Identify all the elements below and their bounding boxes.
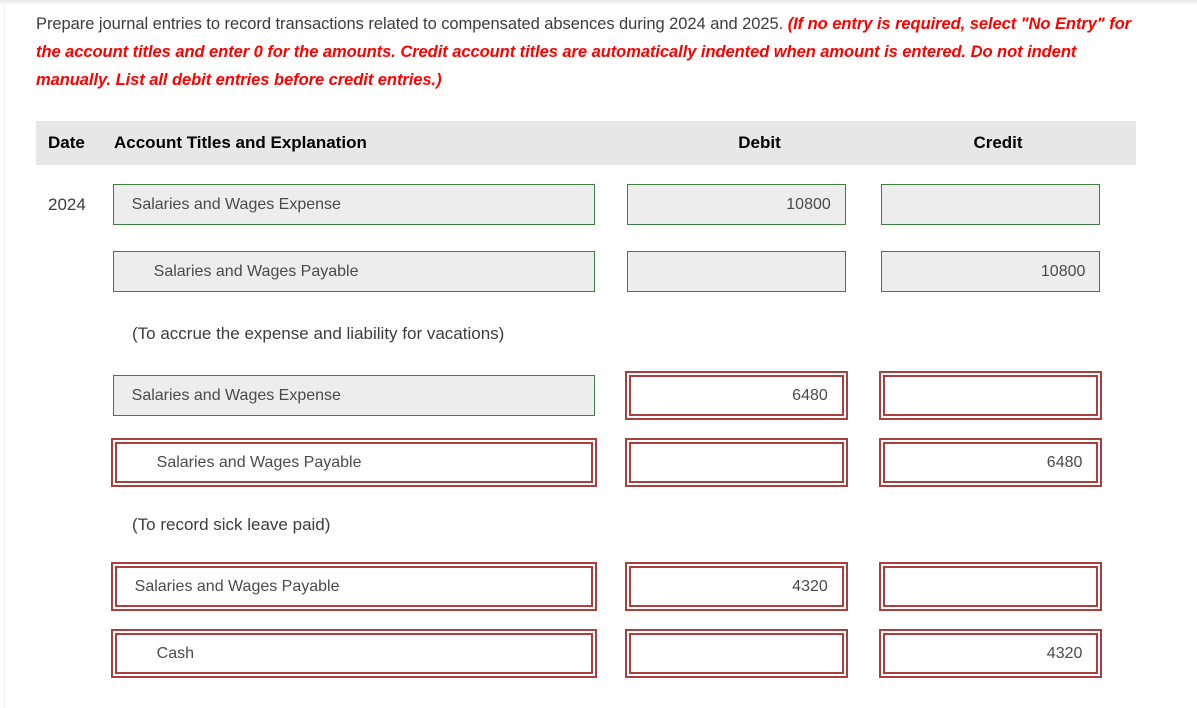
cell-credit: 4320 bbox=[879, 629, 1136, 678]
cell-date: 2024 bbox=[48, 194, 86, 214]
cell-credit bbox=[879, 562, 1136, 611]
debit-amount-input[interactable]: 10800 bbox=[626, 184, 846, 225]
credit-amount-input[interactable] bbox=[879, 371, 1103, 420]
credit-amount-input[interactable] bbox=[879, 562, 1103, 611]
debit-amount-input[interactable]: 6480 bbox=[624, 371, 848, 420]
entry-explanation-text: (To record sick leave paid) bbox=[132, 514, 331, 534]
account-title-select[interactable]: Salaries and Wages Expense bbox=[112, 375, 595, 416]
journal-entry-page: Prepare journal entries to record transa… bbox=[0, 0, 1197, 708]
cell-account: Salaries and Wages Payable bbox=[112, 251, 627, 292]
cell-credit: 10800 bbox=[881, 251, 1136, 292]
cell-account: Salaries and Wages Expense bbox=[112, 184, 627, 225]
column-header-debit: Debit bbox=[738, 133, 781, 152]
cell-credit bbox=[881, 184, 1136, 225]
credit-amount-input[interactable] bbox=[881, 184, 1101, 225]
debit-amount-input[interactable]: 4320 bbox=[624, 562, 848, 611]
cell-debit: 10800 bbox=[626, 184, 882, 225]
cell-account: Salaries and Wages Payable bbox=[110, 438, 627, 487]
column-header-account: Account Titles and Explanation bbox=[114, 133, 367, 152]
cell-debit: 4320 bbox=[624, 562, 882, 611]
account-title-select[interactable]: Salaries and Wages Payable bbox=[110, 562, 597, 611]
table-header-row: Date Account Titles and Explanation Debi… bbox=[36, 121, 1136, 165]
table-row: Salaries and Wages Payable 10800 bbox=[36, 238, 1136, 305]
account-title-select[interactable]: Salaries and Wages Payable bbox=[112, 251, 595, 292]
entry-explanation-text: (To accrue the expense and liability for… bbox=[132, 323, 505, 343]
table-row: 2024 Salaries and Wages Expense 10800 bbox=[36, 171, 1136, 238]
account-title-select[interactable]: Salaries and Wages Expense bbox=[112, 184, 595, 225]
credit-amount-input[interactable]: 4320 bbox=[879, 629, 1103, 678]
table-body: 2024 Salaries and Wages Expense 10800 Salar… bbox=[36, 165, 1136, 708]
debit-amount-input[interactable] bbox=[626, 251, 846, 292]
table-row: (To record sick leave paid) bbox=[36, 496, 1136, 553]
journal-entry-table: Date Account Titles and Explanation Debi… bbox=[36, 121, 1136, 708]
table-row: Salaries and Wages Payable 4320 bbox=[36, 553, 1136, 620]
column-header-credit: Credit bbox=[973, 133, 1023, 152]
cell-credit bbox=[879, 371, 1136, 420]
table-row: Cash 4320 bbox=[36, 620, 1136, 687]
page-top-edge bbox=[0, 0, 1197, 5]
table-row: Salaries and Wages Payable 6480 bbox=[36, 429, 1136, 496]
table-row: (To record vacation time paid) bbox=[36, 687, 1136, 708]
cell-account: Salaries and Wages Payable bbox=[110, 562, 627, 611]
cell-debit: 6480 bbox=[624, 371, 882, 420]
cell-account: Cash bbox=[110, 629, 627, 678]
instructions-paragraph: Prepare journal entries to record transa… bbox=[36, 10, 1141, 94]
account-title-select[interactable]: Salaries and Wages Payable bbox=[110, 438, 597, 487]
page-left-edge bbox=[4, 0, 5, 708]
credit-amount-input[interactable]: 6480 bbox=[879, 438, 1103, 487]
credit-amount-input[interactable]: 10800 bbox=[881, 251, 1101, 292]
debit-amount-input[interactable] bbox=[624, 438, 848, 487]
instructions-lead-text: Prepare journal entries to record transa… bbox=[36, 15, 788, 33]
cell-debit bbox=[624, 438, 882, 487]
table-row: (To accrue the expense and liability for… bbox=[36, 305, 1136, 362]
account-title-select[interactable]: Cash bbox=[110, 629, 597, 678]
column-header-date: Date bbox=[48, 133, 85, 152]
debit-amount-input[interactable] bbox=[624, 629, 848, 678]
cell-account: Salaries and Wages Expense bbox=[112, 375, 627, 416]
cell-debit bbox=[626, 251, 882, 292]
table-row: Salaries and Wages Expense 6480 bbox=[36, 362, 1136, 429]
cell-credit: 6480 bbox=[879, 438, 1136, 487]
cell-debit bbox=[624, 629, 882, 678]
